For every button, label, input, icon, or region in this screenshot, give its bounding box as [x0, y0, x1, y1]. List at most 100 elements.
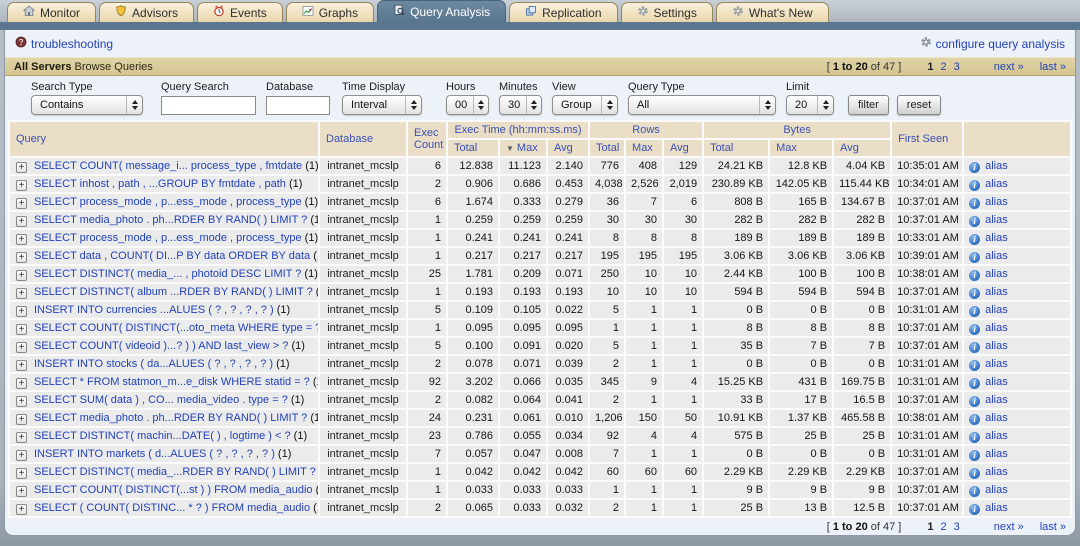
query-link[interactable]: SELECT COUNT( DISTINCT(...oto_meta WHERE… [34, 322, 318, 334]
expand-query-button[interactable]: + [16, 306, 27, 317]
expand-query-button[interactable]: + [16, 468, 27, 479]
tab-events[interactable]: Events [197, 2, 283, 22]
expand-query-button[interactable]: + [16, 378, 27, 389]
alias-link[interactable]: alias [985, 304, 1008, 316]
alias-link[interactable]: alias [985, 340, 1008, 352]
alias-link[interactable]: alias [985, 178, 1008, 190]
col-header-query[interactable]: Query [10, 122, 318, 156]
expand-query-button[interactable]: + [16, 450, 27, 461]
expand-query-button[interactable]: + [16, 414, 27, 425]
configure-query-analysis-link[interactable]: configure query analysis [920, 36, 1065, 51]
minutes-select[interactable]: 30 [499, 95, 542, 115]
query-link[interactable]: SELECT SUM( data ) , CO... media_video .… [34, 394, 288, 406]
reset-button[interactable]: reset [897, 95, 941, 115]
expand-query-button[interactable]: + [16, 198, 27, 209]
expand-query-button[interactable]: + [16, 324, 27, 335]
query-link[interactable]: SELECT process_mode , p...ess_mode , pro… [34, 232, 302, 244]
time-display-select[interactable]: Interval [342, 95, 422, 115]
query-link[interactable]: SELECT DISTINCT( album ...RDER BY RAND( … [34, 286, 313, 298]
database-input[interactable] [266, 96, 330, 115]
alias-link[interactable]: alias [985, 268, 1008, 280]
query-link[interactable]: SELECT inhost , path , ...GROUP BY fmtda… [34, 178, 286, 190]
alias-link[interactable]: alias [985, 394, 1008, 406]
alias-link[interactable]: alias [985, 358, 1008, 370]
alias-link[interactable]: alias [985, 502, 1008, 514]
alias-link[interactable]: alias [985, 376, 1008, 388]
expand-query-button[interactable]: + [16, 486, 27, 497]
expand-query-button[interactable]: + [16, 504, 27, 515]
alias-link[interactable]: alias [985, 322, 1008, 334]
last-page-link[interactable]: last » [1040, 61, 1066, 73]
page-link-3[interactable]: 3 [954, 521, 960, 533]
query-link[interactable]: SELECT COUNT( videoid )...? ) ) AND last… [34, 340, 288, 352]
query-link[interactable]: SELECT * FROM statmon_m...e_disk WHERE s… [34, 376, 310, 388]
query-search-input[interactable] [161, 96, 256, 115]
query-link[interactable]: SELECT process_mode , p...ess_mode , pro… [34, 196, 302, 208]
expand-query-button[interactable]: + [16, 252, 27, 263]
alias-link[interactable]: alias [985, 484, 1008, 496]
col-header-rows-avg[interactable]: Avg [664, 140, 702, 156]
alias-link[interactable]: alias [985, 214, 1008, 226]
expand-query-button[interactable]: + [16, 180, 27, 191]
col-header-bytes-max[interactable]: Max [770, 140, 832, 156]
filter-button[interactable]: filter [848, 95, 889, 115]
query-type-select[interactable]: All [628, 95, 776, 115]
expand-query-button[interactable]: + [16, 342, 27, 353]
page-link-3[interactable]: 3 [954, 61, 960, 73]
query-link[interactable]: SELECT COUNT( DISTINCT(...st ) ) FROM me… [34, 484, 313, 496]
alias-link[interactable]: alias [985, 232, 1008, 244]
col-header-first-seen[interactable]: First Seen [892, 122, 962, 156]
expand-query-button[interactable]: + [16, 234, 27, 245]
tab-monitor[interactable]: Monitor [7, 2, 96, 22]
col-header-bytes-avg[interactable]: Avg [834, 140, 890, 156]
query-link[interactable]: SELECT DISTINCT( media_...RDER BY RAND( … [34, 466, 316, 478]
alias-link[interactable]: alias [985, 448, 1008, 460]
expand-query-button[interactable]: + [16, 396, 27, 407]
query-link[interactable]: INSERT INTO currencies ...ALUES ( ? , ? … [34, 304, 274, 316]
tab-graphs[interactable]: Graphs [286, 2, 374, 22]
limit-select[interactable]: 20 [786, 95, 834, 115]
col-header-exec-time-avg[interactable]: Avg [548, 140, 588, 156]
expand-query-button[interactable]: + [16, 162, 27, 173]
col-header-database[interactable]: Database [320, 122, 406, 156]
query-link[interactable]: SELECT ( COUNT( DISTINC... * ? ) FROM me… [34, 502, 310, 514]
query-link[interactable]: INSERT INTO markets ( d...ALUES ( ? , ? … [34, 448, 275, 460]
page-link-2[interactable]: 2 [940, 61, 946, 73]
query-link[interactable]: SELECT media_photo . ph...RDER BY RAND( … [34, 412, 307, 424]
alias-link[interactable]: alias [985, 250, 1008, 262]
col-header-exec-time-total[interactable]: Total [448, 140, 498, 156]
last-page-link[interactable]: last » [1040, 521, 1066, 533]
alias-link[interactable]: alias [985, 430, 1008, 442]
query-link[interactable]: SELECT media_photo . ph...RDER BY RAND( … [34, 214, 307, 226]
col-header-bytes-total[interactable]: Total [704, 140, 768, 156]
tab-whats-new[interactable]: What's New [716, 2, 829, 22]
next-page-link[interactable]: next » [994, 61, 1024, 73]
next-page-link[interactable]: next » [994, 521, 1024, 533]
alias-link[interactable]: alias [985, 286, 1008, 298]
alias-link[interactable]: alias [985, 466, 1008, 478]
view-select[interactable]: Group [552, 95, 618, 115]
page-link-2[interactable]: 2 [940, 521, 946, 533]
query-link[interactable]: SELECT DISTINCT( machin...DATE( ) , logt… [34, 430, 291, 442]
col-header-exec-count[interactable]: Exec Count [408, 122, 446, 156]
search-type-select[interactable]: Contains [31, 95, 143, 115]
expand-query-button[interactable]: + [16, 216, 27, 227]
expand-query-button[interactable]: + [16, 360, 27, 371]
query-link[interactable]: SELECT COUNT( message_i... process_type … [34, 160, 302, 172]
alias-link[interactable]: alias [985, 196, 1008, 208]
col-header-rows-total[interactable]: Total [590, 140, 624, 156]
col-header-exec-time-max[interactable]: ▼Max [500, 140, 546, 156]
query-link[interactable]: SELECT DISTINCT( media_... , photoid DES… [34, 268, 301, 280]
col-header-rows-max[interactable]: Max [626, 140, 662, 156]
alias-link[interactable]: alias [985, 160, 1008, 172]
tab-query-analysis[interactable]: Query Analysis [377, 0, 506, 22]
tab-replication[interactable]: Replication [509, 2, 617, 22]
expand-query-button[interactable]: + [16, 288, 27, 299]
tab-settings[interactable]: Settings [621, 2, 713, 22]
expand-query-button[interactable]: + [16, 270, 27, 281]
hours-select[interactable]: 00 [446, 95, 489, 115]
query-link[interactable]: INSERT INTO stocks ( da...ALUES ( ? , ? … [34, 358, 273, 370]
expand-query-button[interactable]: + [16, 432, 27, 443]
query-link[interactable]: SELECT data , COUNT( DI...P BY data ORDE… [34, 250, 310, 262]
troubleshooting-link[interactable]: troubleshooting [15, 36, 113, 51]
